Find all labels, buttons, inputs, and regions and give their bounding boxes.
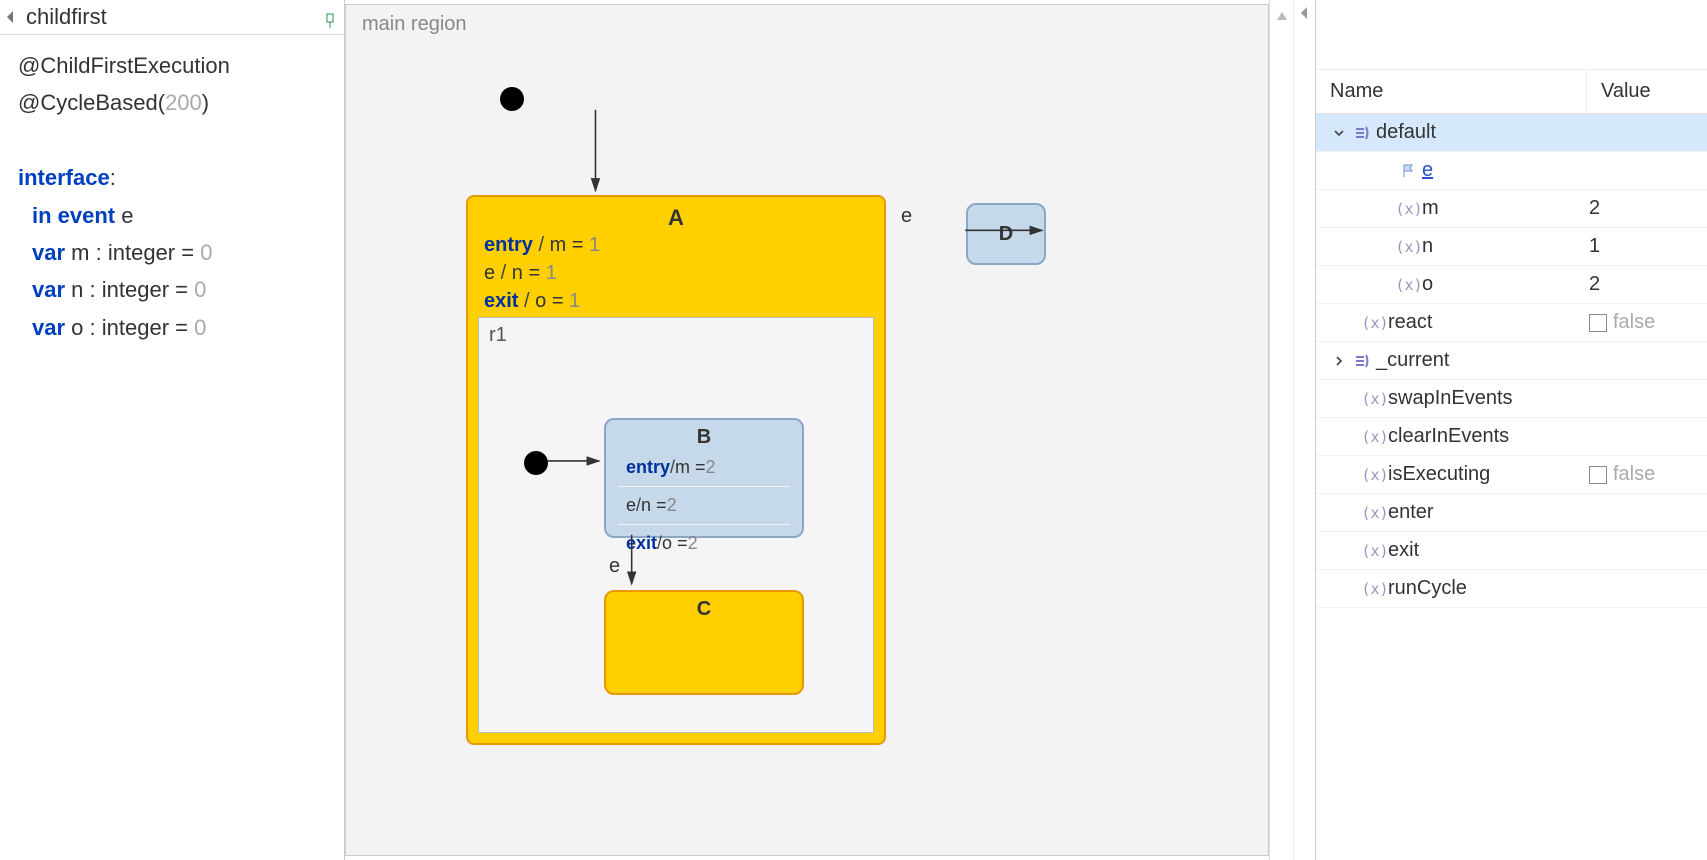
op-enter-row[interactable]: (x) enter bbox=[1316, 494, 1707, 532]
scope-current-label: _current bbox=[1376, 349, 1589, 372]
operation-icon: (x) bbox=[1362, 466, 1388, 484]
operation-icon: (x) bbox=[1362, 314, 1388, 332]
event-e-link[interactable]: e bbox=[1422, 159, 1433, 181]
isexecuting-checkbox[interactable] bbox=[1589, 466, 1607, 484]
variables-header: Name Value bbox=[1316, 70, 1707, 114]
variable-icon: (x) bbox=[1396, 200, 1422, 218]
operation-icon: (x) bbox=[1362, 428, 1388, 446]
op-react-row[interactable]: (x) react false bbox=[1316, 304, 1707, 342]
back-arrow-icon[interactable] bbox=[2, 8, 20, 26]
scope-icon bbox=[1350, 125, 1376, 141]
op-clearinevents-row[interactable]: (x) clearInEvents bbox=[1316, 418, 1707, 456]
var-o-name: o bbox=[1422, 273, 1589, 296]
variables-col-value[interactable]: Value bbox=[1587, 70, 1707, 113]
operation-icon: (x) bbox=[1362, 504, 1388, 522]
scope-current[interactable]: _current bbox=[1316, 342, 1707, 380]
state-b-title: B bbox=[618, 426, 790, 449]
definition-code[interactable]: @ChildFirstExecution @CycleBased(200) in… bbox=[0, 35, 344, 358]
scope-icon bbox=[1350, 353, 1376, 369]
state-a[interactable]: A entry / m = 1 e / n = 1 exit / o = 1 r… bbox=[466, 195, 886, 745]
annotation-childfirst: @ChildFirstExecution bbox=[18, 53, 230, 78]
var-m-name: m bbox=[1422, 197, 1589, 220]
collapse-right-icon[interactable] bbox=[1293, 0, 1315, 860]
variables-tree: default e (x) m 2 (x bbox=[1316, 114, 1707, 608]
transition-label-a-to-d: e bbox=[901, 205, 912, 228]
variable-icon: (x) bbox=[1396, 238, 1422, 256]
annotation-cyclebased-prefix: @CycleBased( bbox=[18, 90, 165, 115]
op-exit-row[interactable]: (x) exit bbox=[1316, 532, 1707, 570]
interface-keyword: interface bbox=[18, 165, 110, 190]
event-e-row[interactable]: e bbox=[1316, 152, 1707, 190]
state-d[interactable]: D bbox=[966, 203, 1046, 265]
chevron-right-icon[interactable] bbox=[1328, 355, 1350, 367]
var-n-row[interactable]: (x) n 1 bbox=[1316, 228, 1707, 266]
op-isexecuting-row[interactable]: (x) isExecuting false bbox=[1316, 456, 1707, 494]
var-n-name: n bbox=[1422, 235, 1589, 258]
initial-node-main[interactable] bbox=[500, 87, 524, 111]
annotation-cyclebased-value: 200 bbox=[165, 90, 202, 115]
var-o-row[interactable]: (x) o 2 bbox=[1316, 266, 1707, 304]
pin-icon[interactable] bbox=[322, 9, 338, 25]
event-name-e: e bbox=[121, 203, 133, 228]
chevron-down-icon[interactable] bbox=[1328, 127, 1350, 139]
op-react-name: react bbox=[1388, 311, 1589, 334]
statechart-canvas[interactable]: main region A entry / m = 1 e / n = 1 ex… bbox=[345, 4, 1269, 856]
in-event-keyword: in event bbox=[32, 203, 115, 228]
canvas-scrollbar[interactable] bbox=[1269, 0, 1293, 860]
state-a-title: A bbox=[484, 205, 868, 231]
region-r1-label: r1 bbox=[489, 324, 507, 347]
annotation-cyclebased-suffix: ) bbox=[202, 90, 209, 115]
variables-panel-top-gap bbox=[1316, 0, 1707, 70]
state-b[interactable]: B entry / m = 2 e / n = 2 exit / o = 2 bbox=[604, 418, 804, 538]
operation-icon: (x) bbox=[1362, 542, 1388, 560]
react-bool: false bbox=[1613, 311, 1655, 334]
flag-icon bbox=[1396, 163, 1422, 179]
scope-default[interactable]: default bbox=[1316, 114, 1707, 152]
operation-icon: (x) bbox=[1362, 390, 1388, 408]
state-c[interactable]: C bbox=[604, 590, 804, 695]
op-runcycle-row[interactable]: (x) runCycle bbox=[1316, 570, 1707, 608]
statechart-title: childfirst bbox=[26, 4, 322, 30]
definition-panel: childfirst @ChildFirstExecution @CycleBa… bbox=[0, 0, 345, 860]
definition-header: childfirst bbox=[0, 0, 344, 35]
var-m-row[interactable]: (x) m 2 bbox=[1316, 190, 1707, 228]
scope-default-label: default bbox=[1376, 121, 1589, 144]
initial-node-r1[interactable] bbox=[524, 451, 548, 475]
variable-icon: (x) bbox=[1396, 276, 1422, 294]
app-root: childfirst @ChildFirstExecution @CycleBa… bbox=[0, 0, 1707, 860]
var-o-value: 2 bbox=[1589, 273, 1699, 296]
var-n-value: 1 bbox=[1589, 235, 1699, 258]
variables-panel: Name Value default bbox=[1315, 0, 1707, 860]
main-region-label: main region bbox=[362, 13, 467, 36]
region-r1[interactable]: r1 B entry / m = 2 e / n = 2 exit / o = … bbox=[478, 317, 874, 733]
scroll-up-icon[interactable] bbox=[1276, 6, 1288, 27]
state-d-title: D bbox=[999, 223, 1013, 246]
variables-col-name[interactable]: Name bbox=[1316, 70, 1587, 113]
transition-label-b-to-c: e bbox=[609, 555, 620, 578]
state-c-title: C bbox=[606, 592, 802, 621]
op-swapinevents-row[interactable]: (x) swapInEvents bbox=[1316, 380, 1707, 418]
var-m-value: 2 bbox=[1589, 197, 1699, 220]
react-checkbox[interactable] bbox=[1589, 314, 1607, 332]
operation-icon: (x) bbox=[1362, 580, 1388, 598]
